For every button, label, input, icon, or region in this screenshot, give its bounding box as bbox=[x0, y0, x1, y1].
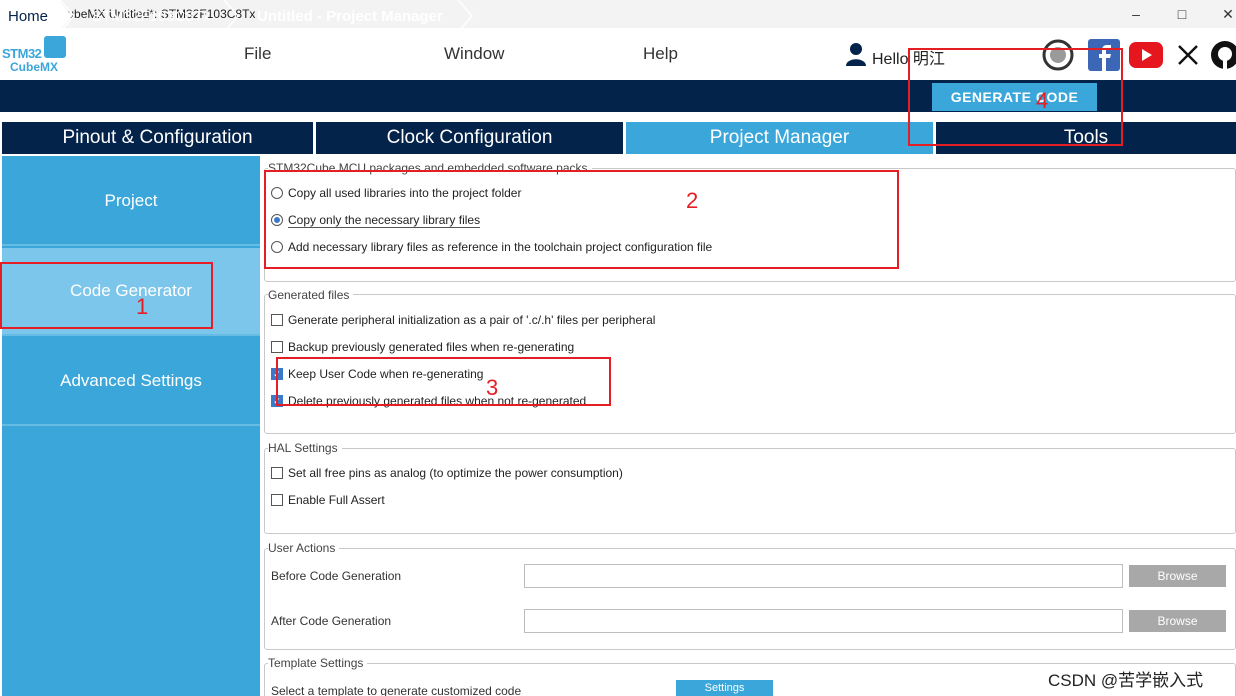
checkbox[interactable] bbox=[271, 467, 283, 479]
checkbox-label: Enable Full Assert bbox=[288, 493, 385, 507]
annotation-number-4: 4 bbox=[1036, 88, 1049, 113]
csdn-watermark: CSDN @苦学嵌入式 bbox=[1048, 671, 1204, 690]
stm32cubemx-logo: STM32 CubeMX bbox=[0, 36, 72, 76]
checkbox-full-assert[interactable]: Enable Full Assert bbox=[271, 492, 385, 508]
hal-settings-title: HAL Settings bbox=[268, 441, 342, 455]
before-generation-label: Before Code Generation bbox=[271, 569, 402, 583]
annotation-number-2: 2 bbox=[686, 188, 699, 213]
youtube-icon[interactable] bbox=[1129, 38, 1163, 72]
checkbox-free-pins-analog[interactable]: Set all free pins as analog (to optimize… bbox=[271, 465, 623, 481]
checkbox-backup-files[interactable]: Backup previously generated files when r… bbox=[271, 339, 574, 355]
template-settings-button[interactable]: Settings bbox=[676, 680, 773, 696]
before-browse-button[interactable]: Browse bbox=[1129, 565, 1226, 587]
sidebar-item-advanced-settings[interactable]: Advanced Settings bbox=[2, 338, 260, 426]
annotation-box-3 bbox=[276, 357, 611, 406]
checkbox-label: Generate peripheral initialization as a … bbox=[288, 313, 656, 327]
checkbox-peripheral-pair-files[interactable]: Generate peripheral initialization as a … bbox=[271, 312, 655, 328]
breadcrumb-chevron-icon bbox=[457, 0, 473, 32]
annotation-number-3: 3 bbox=[486, 375, 499, 400]
github-icon[interactable] bbox=[1208, 38, 1236, 72]
annotation-box-4 bbox=[908, 48, 1123, 146]
breadcrumb-page[interactable]: Untitled - Project Manager bbox=[257, 0, 443, 32]
close-button[interactable]: ✕ bbox=[1205, 0, 1236, 28]
maximize-button[interactable]: □ bbox=[1159, 0, 1205, 28]
checkbox-label: Set all free pins as analog (to optimize… bbox=[288, 466, 623, 480]
user-actions-title: User Actions bbox=[268, 541, 340, 555]
checkbox-label: Backup previously generated files when r… bbox=[288, 340, 575, 354]
annotation-box-1 bbox=[0, 262, 213, 329]
menu-window[interactable]: Window bbox=[444, 44, 504, 64]
menu-file[interactable]: File bbox=[244, 44, 271, 64]
before-generation-input[interactable] bbox=[524, 564, 1123, 588]
tab-pinout-configuration[interactable]: Pinout & Configuration bbox=[2, 122, 313, 154]
minimize-button[interactable]: – bbox=[1113, 0, 1159, 28]
hal-settings-group bbox=[264, 448, 1236, 534]
breadcrumb-home[interactable]: Home bbox=[0, 0, 60, 32]
tab-clock-configuration[interactable]: Clock Configuration bbox=[316, 122, 623, 154]
template-description: Select a template to generate customized… bbox=[271, 684, 522, 696]
user-icon bbox=[846, 43, 866, 66]
annotation-box-2 bbox=[264, 170, 899, 269]
after-generation-label: After Code Generation bbox=[271, 614, 392, 628]
annotation-number-1: 1 bbox=[136, 294, 149, 319]
generated-files-title: Generated files bbox=[268, 288, 354, 302]
after-browse-button[interactable]: Browse bbox=[1129, 610, 1226, 632]
template-settings-title: Template Settings bbox=[268, 656, 368, 670]
breadcrumb-mcu[interactable]: STM32F103C8Tx bbox=[92, 0, 210, 32]
logo-line2: CubeMX bbox=[10, 60, 58, 74]
sidebar-item-project[interactable]: Project bbox=[2, 158, 260, 246]
x-icon[interactable] bbox=[1171, 38, 1205, 72]
checkbox[interactable] bbox=[271, 494, 283, 506]
checkbox[interactable] bbox=[271, 341, 283, 353]
logo-line1: STM32 bbox=[2, 46, 42, 61]
after-generation-input[interactable] bbox=[524, 609, 1123, 633]
menu-help[interactable]: Help bbox=[643, 44, 678, 64]
breadcrumb-chevron-icon bbox=[223, 0, 239, 32]
checkbox[interactable] bbox=[271, 314, 283, 326]
cube-icon bbox=[44, 36, 66, 58]
breadcrumb-chevron-icon bbox=[58, 0, 75, 32]
tab-project-manager[interactable]: Project Manager bbox=[626, 122, 933, 154]
